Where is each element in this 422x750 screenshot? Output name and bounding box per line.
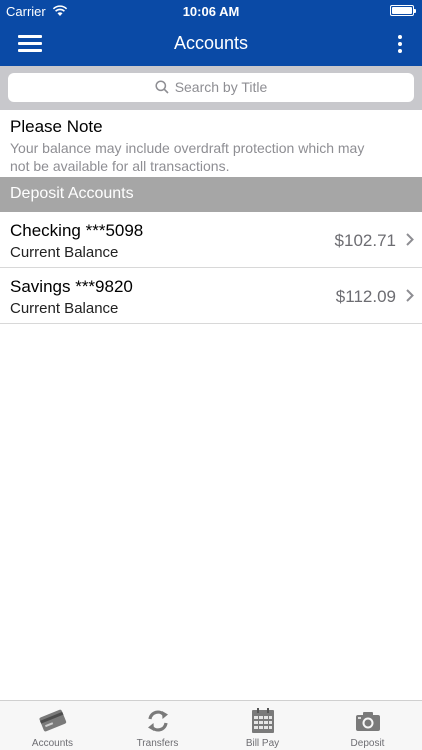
notice-line-2: not be available for all transactions. [10,158,230,174]
tab-transfers[interactable]: Transfers [105,701,210,750]
notice-panel: Please Note Your balance may include ove… [10,117,410,175]
tab-bill-pay[interactable]: Bill Pay [210,701,315,750]
section-header-deposit-accounts: Deposit Accounts [0,177,422,212]
account-row-savings[interactable]: Savings ***9820 Current Balance $112.09 [0,268,422,324]
notice-body: Your balance may include overdraft prote… [10,139,410,175]
account-subtitle: Current Balance [10,300,119,317]
tab-label: Transfers [136,738,179,749]
battery-icon [390,5,416,16]
search-input[interactable]: Search by Title [8,73,414,102]
tab-label: Deposit [350,738,385,749]
status-time: 10:06 AM [182,4,240,19]
account-balance: $112.09 [335,287,396,306]
tab-accounts[interactable]: Accounts [0,701,105,750]
tab-label: Bill Pay [245,738,280,749]
card-icon [39,709,67,732]
tab-bar: Accounts Transfers Bill Pay Deposit [0,700,422,750]
search-placeholder: Search by Title [174,79,268,95]
account-name: Savings ***9820 [10,277,133,296]
status-bar: Carrier 10:06 AM [0,0,422,22]
notice-line-1: Your balance may include overdraft prote… [10,140,365,156]
tab-label: Accounts [31,738,74,749]
page-title: Accounts [173,33,249,53]
tab-deposit[interactable]: Deposit [315,701,420,750]
search-area: Search by Title [0,66,422,110]
account-balance: $102.71 [334,231,396,250]
camera-icon [356,712,380,731]
calendar-icon [252,708,274,733]
notice-heading: Please Note [10,117,103,136]
more-vertical-icon[interactable] [395,32,405,56]
search-icon [155,80,169,94]
transfer-icon [148,710,168,732]
account-row-checking[interactable]: Checking ***5098 Current Balance $102.71 [0,212,422,268]
nav-bar: Accounts [0,22,422,66]
chevron-right-icon [406,289,414,302]
account-subtitle: Current Balance [10,244,119,261]
account-name: Checking ***5098 [10,221,144,240]
chevron-right-icon [406,233,414,246]
